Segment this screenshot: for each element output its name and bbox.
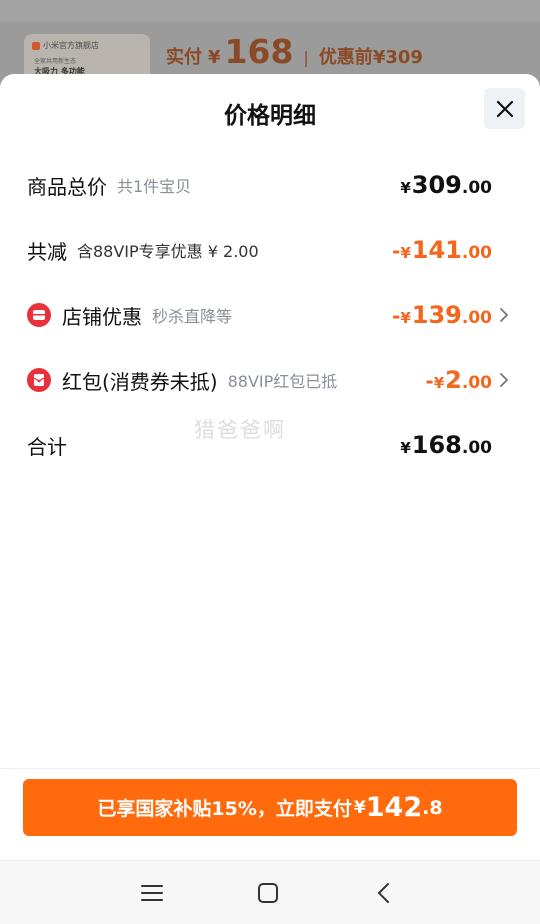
- before-discount-amount: ¥309: [372, 47, 423, 68]
- background-top-strip: [0, 0, 540, 22]
- price-detail-sheet: 价格明细 商品总价 共1件宝贝 ¥ 309 .00 共减 含88VIP专享优惠 …: [0, 74, 540, 924]
- divider: |: [303, 48, 309, 67]
- row-label: 红包(消费券未抵): [62, 369, 218, 394]
- minus-sign: -: [392, 304, 401, 328]
- amount-integer: 168: [411, 431, 462, 459]
- amount-decimal: .00: [461, 373, 492, 393]
- close-button[interactable]: [484, 88, 525, 129]
- row-label: 共减: [27, 239, 67, 264]
- back-button[interactable]: [368, 877, 400, 909]
- amount-integer: 139: [411, 301, 462, 329]
- amount-integer: 2: [445, 366, 462, 394]
- red-envelope-icon: [27, 368, 51, 392]
- row-shop-discount[interactable]: 店铺优惠 秒杀直降等 - ¥ 139 .00: [0, 295, 540, 335]
- amount-integer: 309: [411, 171, 462, 199]
- currency-symbol: ¥: [208, 47, 221, 68]
- divider: [0, 768, 540, 769]
- home-icon: [258, 883, 278, 903]
- row-sub: 秒杀直降等: [152, 307, 233, 326]
- chevron-right-icon: [500, 373, 509, 387]
- background-price: 实付 ¥ 168 | 优惠前 ¥309: [166, 32, 423, 72]
- back-icon: [377, 883, 389, 903]
- currency-symbol: ¥: [400, 309, 411, 327]
- watermark: 猎爸爸啊: [194, 418, 286, 442]
- amount-decimal: .00: [461, 308, 492, 328]
- row-goods-total: 商品总价 共1件宝贝 ¥ 309 .00: [0, 165, 540, 205]
- pay-amount-integer: 142: [365, 792, 423, 823]
- shop-coupon-icon: [27, 303, 51, 327]
- pay-button-text: 已享国家补贴15%，立即支付: [97, 798, 352, 820]
- store-logo-icon: [32, 41, 40, 50]
- row-label: 商品总价: [27, 174, 107, 199]
- chevron-right-icon: [500, 308, 509, 322]
- row-sub: 共1件宝贝: [117, 177, 192, 196]
- currency-symbol: ¥: [433, 374, 445, 392]
- amount-decimal: .00: [461, 438, 492, 458]
- amount-integer: 141: [411, 236, 462, 264]
- pay-now-button[interactable]: 已享国家补贴15%，立即支付 ¥ 142 .8: [23, 779, 517, 836]
- home-button[interactable]: [252, 877, 284, 909]
- pay-amount-decimal: .8: [422, 796, 443, 819]
- row-total-reduction: 共减 含88VIP专享优惠 ¥ 2.00 - ¥ 141 .00: [0, 230, 540, 270]
- actual-pay-label: 实付: [166, 47, 202, 68]
- row-sub: 含88VIP专享优惠 ¥ 2.00: [77, 242, 259, 261]
- thumb-subtitle: 全家共用新生态: [34, 58, 77, 65]
- store-name: 小米官方旗舰店: [32, 40, 99, 51]
- minus-sign: -: [425, 369, 434, 393]
- row-red-envelope[interactable]: 红包(消费券未抵) 88VIP红包已抵 - ¥ 2 .00: [0, 360, 540, 400]
- row-label: 店铺优惠: [62, 304, 142, 329]
- currency-symbol: ¥: [353, 797, 366, 818]
- row-amount: - ¥ 139 .00: [392, 295, 492, 335]
- row-amount: - ¥ 141 .00: [392, 230, 492, 270]
- row-amount: ¥ 309 .00: [400, 165, 492, 205]
- before-discount-label: 优惠前: [318, 47, 373, 68]
- currency-symbol: ¥: [400, 179, 411, 197]
- currency-symbol: ¥: [400, 244, 411, 262]
- amount-decimal: .00: [461, 178, 492, 198]
- minus-sign: -: [392, 239, 401, 263]
- close-icon: [496, 100, 513, 117]
- row-label: 合计: [27, 434, 67, 459]
- row-amount: - ¥ 2 .00: [425, 360, 492, 400]
- sheet-title: 价格明细: [224, 103, 316, 129]
- actual-pay-amount: 168: [224, 32, 294, 71]
- menu-button[interactable]: [136, 877, 168, 909]
- amount-decimal: .00: [461, 243, 492, 263]
- row-amount: ¥ 168 .00: [400, 425, 492, 465]
- menu-icon: [141, 885, 163, 901]
- system-nav-bar: [0, 860, 540, 924]
- row-sub: 88VIP红包已抵: [227, 372, 338, 391]
- currency-symbol: ¥: [400, 439, 411, 457]
